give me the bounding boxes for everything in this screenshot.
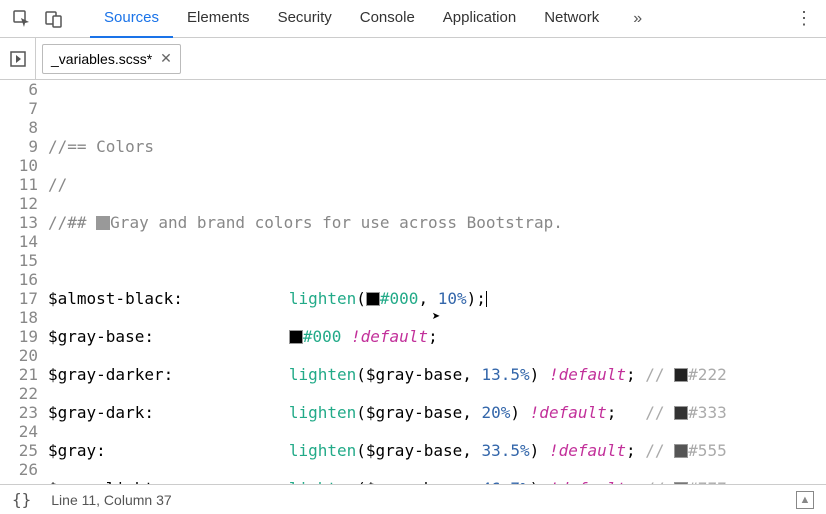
code-line: //== Colors (48, 137, 826, 156)
cursor-position: Line 11, Column 37 (51, 492, 171, 508)
color-swatch (674, 444, 688, 458)
color-swatch (366, 292, 380, 306)
code-line: // (48, 175, 826, 194)
more-tabs-icon[interactable]: » (633, 10, 642, 28)
file-tab-label: _variables.scss* (51, 51, 152, 67)
code-editor[interactable]: 67891011121314151617181920212223242526 /… (0, 80, 826, 484)
close-icon[interactable]: ✕ (160, 50, 172, 67)
code-line: $gray-darker: lighten($gray-base, 13.5%)… (48, 365, 826, 384)
code-line: $gray-base: #000 !default; (48, 327, 826, 346)
tab-console[interactable]: Console (346, 0, 429, 38)
color-swatch (674, 368, 688, 382)
code-line: //## Gray and brand colors for use acros… (48, 213, 826, 232)
inspect-element-icon[interactable] (8, 5, 36, 33)
warning-icon[interactable]: ▲ (796, 491, 814, 509)
menu-icon[interactable]: ⋮ (790, 5, 818, 33)
panel-tabs: Sources Elements Security Console Applic… (90, 0, 613, 38)
code-line: $almost-black: lighten(#000, 10%); (48, 289, 826, 308)
code-line: $gray-dark: lighten($gray-base, 20%) !de… (48, 403, 826, 422)
mouse-cursor-icon: ➤ (432, 308, 440, 327)
color-swatch (674, 482, 688, 484)
code-area[interactable]: //== Colors // //## Gray and brand color… (44, 80, 826, 484)
device-toggle-icon[interactable] (40, 5, 68, 33)
code-line: $gray-light: lighten($gray-base, 46.7%) … (48, 479, 826, 484)
tab-elements[interactable]: Elements (173, 0, 264, 38)
tab-security[interactable]: Security (264, 0, 346, 38)
color-swatch (289, 330, 303, 344)
color-swatch (96, 216, 110, 230)
tab-application[interactable]: Application (429, 0, 530, 38)
file-tab-bar: _variables.scss* ✕ (0, 38, 826, 80)
color-swatch (674, 406, 688, 420)
show-navigator-icon[interactable] (0, 38, 36, 80)
tab-network[interactable]: Network (530, 0, 613, 38)
pretty-print-icon[interactable]: {} (12, 490, 31, 509)
code-line: $gray: lighten($gray-base, 33.5%) !defau… (48, 441, 826, 460)
devtools-toolbar: Sources Elements Security Console Applic… (0, 0, 826, 38)
tab-sources[interactable]: Sources (90, 0, 173, 38)
line-gutter: 67891011121314151617181920212223242526 (0, 80, 44, 484)
status-bar: {} Line 11, Column 37 ▲ (0, 484, 826, 514)
file-tab[interactable]: _variables.scss* ✕ (42, 44, 181, 74)
